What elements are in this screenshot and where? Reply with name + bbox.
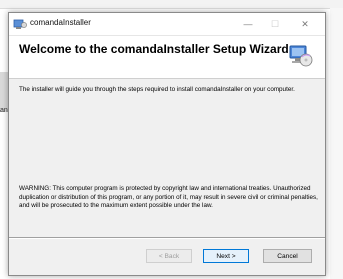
minimize-button[interactable]: — (242, 19, 254, 29)
wizard-title: Welcome to the comandaInstaller Setup Wi… (19, 42, 289, 56)
copyright-warning: WARNING: This computer program is protec… (19, 185, 318, 210)
back-button[interactable]: < Back (146, 249, 192, 263)
setup-cd-computer-icon (289, 45, 313, 67)
cancel-button[interactable]: Cancel (263, 249, 312, 263)
button-separator (9, 237, 325, 239)
window-title: comandaInstaller (30, 18, 91, 27)
close-button[interactable]: ✕ (299, 19, 311, 29)
wizard-header: Welcome to the comandaInstaller Setup Wi… (9, 36, 325, 79)
wizard-body: The installer will guide you through the… (9, 79, 325, 233)
installer-app-icon (13, 19, 27, 29)
background-window-edge (330, 8, 343, 279)
next-button[interactable]: Next > (203, 249, 249, 263)
setup-wizard-window: comandaInstaller — ☐ ✕ Welcome to the co… (8, 12, 326, 276)
background-window-topbar (0, 0, 343, 9)
maximize-button[interactable]: ☐ (269, 19, 281, 29)
desktop: anc comandaInstaller — ☐ ✕ Welcome to th… (0, 0, 343, 279)
intro-text: The installer will guide you through the… (19, 86, 295, 93)
title-bar[interactable]: comandaInstaller — ☐ ✕ (9, 13, 325, 36)
